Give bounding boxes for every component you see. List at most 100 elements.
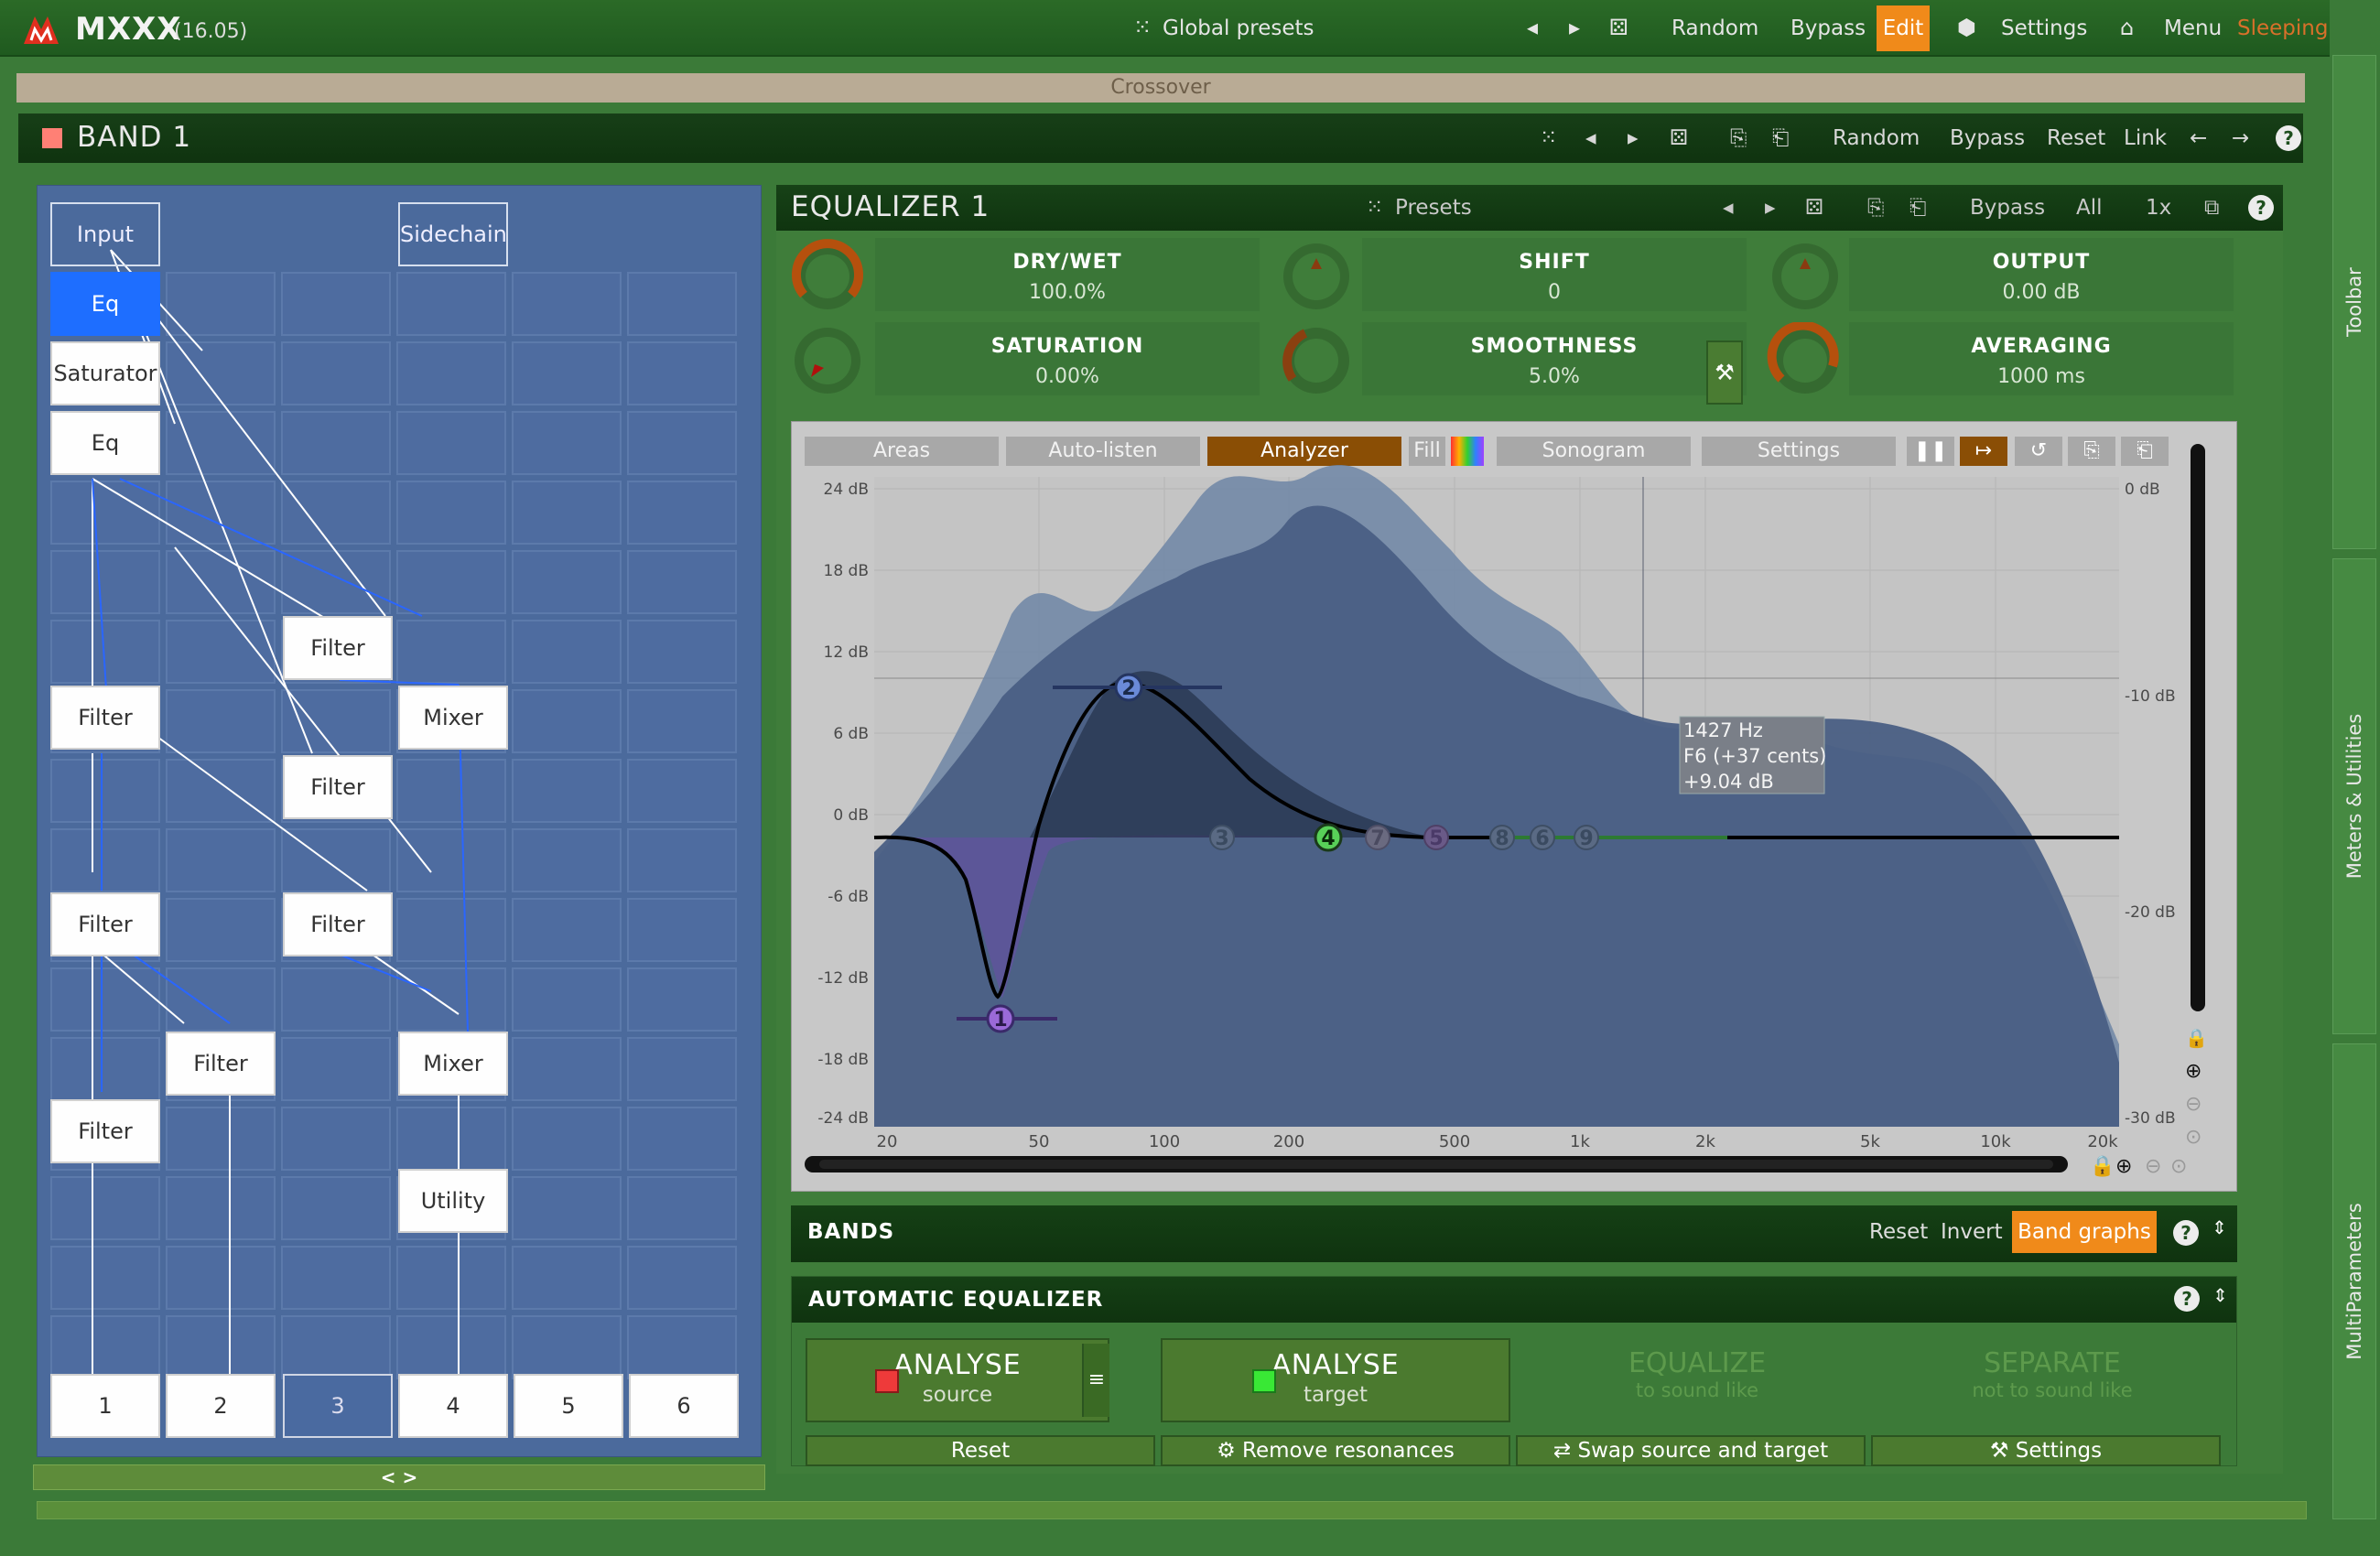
dice-icon[interactable]: ⚄: [1609, 15, 1628, 40]
bypass-button[interactable]: Bypass: [1790, 16, 1866, 40]
saturator-node[interactable]: Saturator: [50, 341, 160, 405]
output-1[interactable]: 1: [50, 1374, 160, 1438]
band-help-icon[interactable]: ?: [2276, 125, 2301, 151]
drywet-knob[interactable]: [789, 238, 866, 315]
separate-button[interactable]: SEPARATE not to sound like: [1878, 1347, 2226, 1401]
auto-eq-settings-button[interactable]: ⚒ Settings: [1871, 1435, 2221, 1466]
global-presets-button[interactable]: Global presets: [1163, 16, 1314, 40]
eq-presets-button[interactable]: Presets: [1395, 196, 1472, 220]
analyse-target-button[interactable]: ANALYSE target: [1161, 1338, 1510, 1422]
output-knob[interactable]: [1767, 238, 1844, 315]
multiparameters-tab[interactable]: MultiParameters: [2332, 1043, 2376, 1519]
filter-node[interactable]: Filter: [283, 616, 393, 680]
eq-copy-icon[interactable]: ⎘: [1867, 196, 1884, 220]
smoothness-knob[interactable]: [1278, 322, 1355, 399]
vzoom-reset-icon[interactable]: ⊙: [2185, 1126, 2202, 1149]
filter-node[interactable]: Filter: [283, 892, 393, 956]
filter-node[interactable]: Filter: [50, 892, 160, 956]
horizontal-scrollbar[interactable]: [37, 1501, 2307, 1519]
band-node-2[interactable]: 2: [1121, 677, 1135, 700]
presets-grid-icon[interactable]: ⁙: [1366, 196, 1383, 220]
output-6[interactable]: 6: [629, 1374, 739, 1438]
logo-icon[interactable]: [22, 13, 60, 46]
routing-grid[interactable]: Input Sidechain Eq Saturator Eq Filter F…: [37, 185, 762, 1457]
eq-paste-icon[interactable]: ⎗: [1909, 196, 1926, 220]
band-prev-icon[interactable]: ◂: [1585, 126, 1596, 150]
band-node-6[interactable]: 6: [1535, 827, 1549, 850]
lock-icon[interactable]: 🔒: [2090, 1155, 2115, 1178]
band-node-8[interactable]: 8: [1495, 827, 1509, 850]
eq-zoom-button[interactable]: 1x: [2146, 196, 2171, 220]
sidechain-node[interactable]: Sidechain: [398, 202, 508, 266]
eq-dice-icon[interactable]: ⚄: [1805, 196, 1823, 220]
mixer-node[interactable]: Mixer: [398, 686, 508, 750]
band-paste-icon[interactable]: ⎗: [1772, 126, 1789, 150]
output-3[interactable]: 3: [283, 1374, 393, 1438]
vzoom-out-icon[interactable]: ⊖: [2185, 1093, 2202, 1116]
source-menu-icon[interactable]: ≡: [1082, 1344, 1109, 1417]
equalize-button[interactable]: EQUALIZE to sound like: [1523, 1347, 1871, 1401]
eq-window-icon[interactable]: ⧉: [2204, 196, 2219, 220]
auto-eq-reset-button[interactable]: Reset: [806, 1435, 1155, 1466]
averaging-knob[interactable]: [1767, 322, 1844, 399]
bands-invert-button[interactable]: Invert: [1941, 1220, 2003, 1244]
eq-prev-icon[interactable]: ◂: [1723, 196, 1734, 220]
band-node-3[interactable]: 3: [1215, 827, 1228, 850]
bands-expand-icon[interactable]: ⇕: [2212, 1216, 2227, 1238]
prev-preset-icon[interactable]: ◂: [1527, 15, 1538, 40]
filter-node[interactable]: Filter: [50, 686, 160, 750]
menu-button[interactable]: Menu: [2164, 16, 2222, 40]
eq-next-icon[interactable]: ▸: [1765, 196, 1776, 220]
random-button[interactable]: Random: [1671, 16, 1758, 40]
vlock-icon[interactable]: 🔒: [2185, 1027, 2208, 1049]
eq-node[interactable]: Eq: [50, 411, 160, 475]
shift-knob[interactable]: [1278, 238, 1355, 315]
band-bypass-button[interactable]: Bypass: [1950, 126, 2025, 150]
eq-bypass-button[interactable]: Bypass: [1970, 196, 2045, 220]
eq-plot[interactable]: 1 2 3 4 5 6 7 8 9 1427 Hz F6 (+37 cents)…: [792, 422, 2238, 1193]
auto-eq-help-icon[interactable]: ?: [2174, 1286, 2200, 1312]
meters-utilities-tab[interactable]: Meters & Utilities: [2332, 558, 2376, 1034]
vzoom-in-icon[interactable]: ⊕: [2185, 1060, 2202, 1083]
expand-grid-button[interactable]: < >: [33, 1464, 765, 1490]
grid-icon[interactable]: ⁙: [1133, 15, 1152, 40]
crossover-tab[interactable]: Crossover: [16, 73, 2305, 103]
band-dice-icon[interactable]: ⚄: [1670, 126, 1688, 150]
auto-eq-expand-icon[interactable]: ⇕: [2212, 1284, 2228, 1306]
zoom-in-icon[interactable]: ⊕: [2115, 1155, 2132, 1178]
eq-all-button[interactable]: All: [2076, 196, 2103, 220]
settings-button[interactable]: Settings: [2001, 16, 2087, 40]
next-preset-icon[interactable]: ▸: [1569, 15, 1580, 40]
band-node-5[interactable]: 5: [1429, 827, 1443, 850]
saturation-knob[interactable]: [789, 322, 866, 399]
band-node-7[interactable]: 7: [1370, 827, 1384, 850]
analyse-source-button[interactable]: ANALYSE source ≡: [806, 1338, 1109, 1422]
band-reset-button[interactable]: Reset: [2047, 126, 2105, 150]
band-link-button[interactable]: Link: [2124, 126, 2167, 150]
filter-node[interactable]: Filter: [283, 755, 393, 819]
input-node[interactable]: Input: [50, 202, 160, 266]
zoom-out-icon[interactable]: ⊖: [2145, 1155, 2161, 1178]
band-node-1[interactable]: 1: [993, 1009, 1007, 1032]
toolbar-tab[interactable]: Toolbar: [2332, 55, 2376, 549]
band-next-icon[interactable]: ▸: [1628, 126, 1639, 150]
band-random-button[interactable]: Random: [1833, 126, 1920, 150]
arrow-left-icon[interactable]: ←: [2190, 126, 2207, 150]
output-4[interactable]: 4: [398, 1374, 508, 1438]
edit-button[interactable]: Edit: [1877, 5, 1930, 51]
swap-source-target-button[interactable]: ⇄ Swap source and target: [1516, 1435, 1866, 1466]
eq-graph[interactable]: Areas Auto-listen Analyzer Fill Sonogram…: [791, 421, 2237, 1192]
eq-help-icon[interactable]: ?: [2248, 195, 2274, 221]
arrow-right-icon[interactable]: →: [2232, 126, 2249, 150]
alert-icon[interactable]: ⬢: [1957, 15, 1976, 40]
eq-node-selected[interactable]: Eq: [50, 272, 160, 336]
bands-reset-button[interactable]: Reset: [1869, 1220, 1928, 1244]
band-presets-grid-icon[interactable]: ⁙: [1540, 126, 1557, 150]
remove-resonances-button[interactable]: ⚙ Remove resonances: [1161, 1435, 1510, 1466]
mixer-node[interactable]: Mixer: [398, 1032, 508, 1096]
zoom-reset-icon[interactable]: ⊙: [2170, 1155, 2187, 1178]
band-node-4[interactable]: 4: [1321, 827, 1335, 850]
wrench-icon[interactable]: ⚒: [1706, 340, 1743, 405]
band-graphs-button[interactable]: Band graphs: [2012, 1211, 2157, 1253]
output-5[interactable]: 5: [514, 1374, 623, 1438]
